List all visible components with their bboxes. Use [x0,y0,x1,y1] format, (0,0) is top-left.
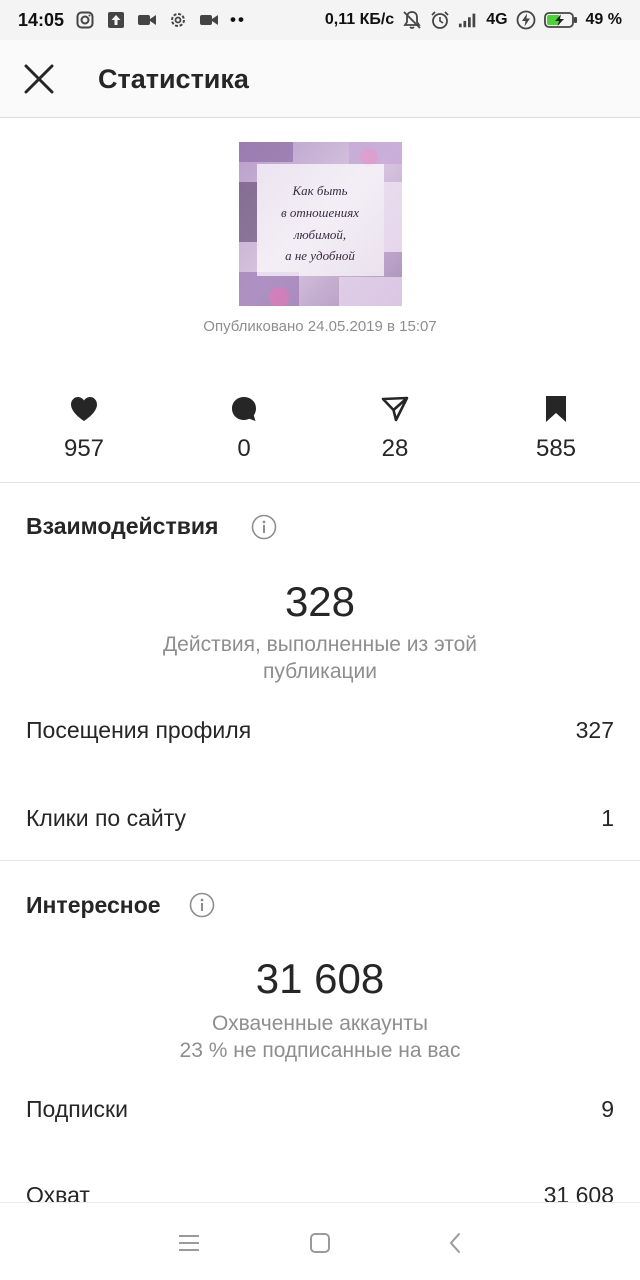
status-bar: 14:05 •• 0,11 КБ/с 4G 49 % [0,0,640,40]
divider [0,482,640,483]
interactions-caption-line-2: публикации [263,660,377,683]
more-notifications-dots: •• [230,10,246,29]
interactions-title: Взаимодействия [26,513,219,539]
network-speed: 0,11 КБ/с [324,11,395,28]
post-image-line-2: в отношениях [281,205,359,220]
heart-icon [70,395,98,423]
system-nav-bar [0,1202,640,1280]
video-camera-icon [137,10,157,30]
stat-value: 327 [575,717,614,743]
shares-metric: 28 [335,395,455,463]
page-title: Статистика [98,64,249,94]
shares-count: 28 [381,435,409,462]
metrics-row: 957 0 28 585 [0,395,640,475]
bookmark-icon [542,395,570,423]
video-camera-icon-2 [199,10,219,30]
stat-label: Подписки [26,1096,128,1122]
info-icon[interactable] [251,514,277,540]
interactions-total: 328 [284,578,356,625]
likes-metric: 957 [24,395,144,463]
discovery-title: Интересное [26,892,161,918]
status-time: 14:05 [18,9,65,30]
stat-row-website-clicks: Клики по сайту 1 [26,805,614,832]
stat-value: 1 [601,805,614,831]
send-plane-icon [381,395,409,423]
comments-count: 0 [237,435,251,462]
discovery-caption-line-1: Охваченные аккаунты [212,1012,428,1035]
post-image-line-1: Как быть [291,183,347,198]
home-square-icon [310,1233,330,1253]
stat-row-profile-visits: Посещения профиля 327 [26,717,614,744]
settings-gear-icon [168,10,188,30]
stat-row-follows: Подписки 9 [26,1096,614,1123]
mute-bell-icon [402,10,422,30]
post-thumbnail[interactable]: Как быть в отношениях любимой, а не удоб… [239,142,402,306]
comment-bubble-icon [230,395,258,423]
close-icon [24,64,54,94]
header: Статистика [0,40,640,118]
divider [0,860,640,861]
menu-icon [179,1235,199,1251]
stat-value: 9 [601,1096,614,1122]
battery-icon [543,11,578,29]
saves-count: 585 [535,435,577,462]
saves-metric: 585 [496,395,616,463]
upload-notification-icon [106,10,126,30]
post-image-line-3: любимой, [293,227,346,242]
signal-strength-icon [458,10,478,30]
likes-count: 957 [63,435,105,462]
instagram-notification-icon [75,10,95,30]
menu-button[interactable] [175,1229,203,1257]
post-image-line-4: а не удобной [285,248,355,263]
comments-metric: 0 [184,395,304,463]
interactions-caption-line-1: Действия, выполненные из этой [162,633,478,656]
discovery-caption-line-2: 23 % не подписанные на вас [179,1039,461,1062]
alarm-clock-icon [430,10,450,30]
info-icon[interactable] [189,892,215,918]
published-date: Опубликовано 24.05.2019 в 15:07 [203,318,437,335]
charging-bolt-icon [516,10,536,30]
back-button[interactable] [441,1229,469,1257]
stat-label: Посещения профиля [26,717,252,743]
close-button[interactable] [22,62,56,96]
network-type: 4G [486,11,508,28]
home-button[interactable] [306,1229,334,1257]
battery-percent: 49 % [585,11,622,28]
stat-label: Клики по сайту [26,805,187,831]
back-chevron-icon [449,1233,460,1253]
discovery-total: 31 608 [255,955,385,1002]
